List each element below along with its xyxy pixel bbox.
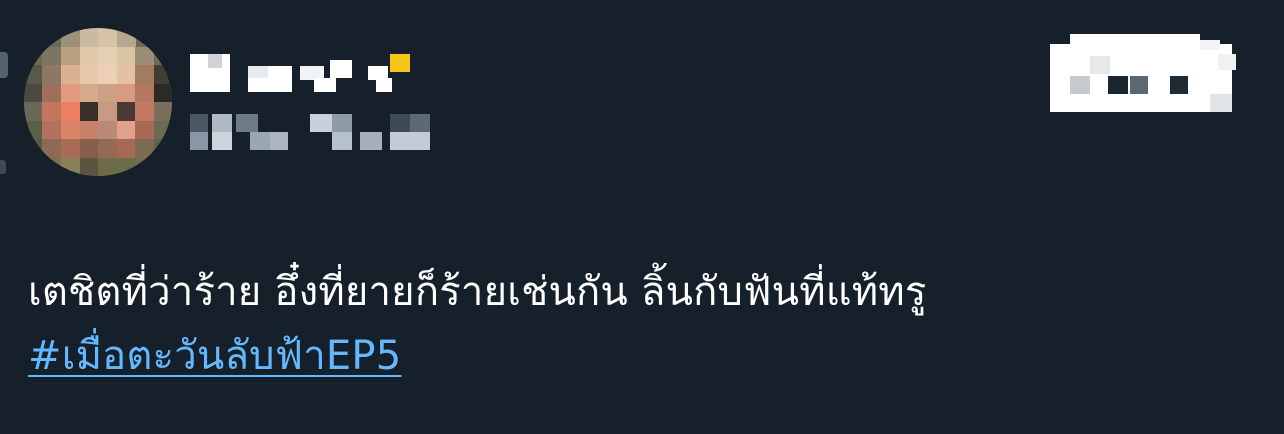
tweet-body: เตชิตที่ว่าร้าย อึ๋งที่ยายก็ร้ายเช่นกัน … [28, 264, 1258, 384]
hashtag-link[interactable]: #เมื่อตะวันลับฟ้าEP5 [28, 328, 401, 384]
avatar[interactable] [24, 28, 172, 176]
tweet-text: เตชิตที่ว่าร้าย อึ๋งที่ยายก็ร้ายเช่นกัน … [28, 269, 927, 315]
follow-button[interactable] [1050, 34, 1240, 118]
user-handle[interactable] [190, 110, 435, 158]
tweet-card: เตชิตที่ว่าร้าย อึ๋งที่ยายก็ร้ายเช่นกัน … [0, 0, 1284, 434]
thread-line-mark [0, 160, 6, 174]
thread-line-mark [0, 52, 8, 78]
display-name[interactable] [190, 52, 420, 100]
